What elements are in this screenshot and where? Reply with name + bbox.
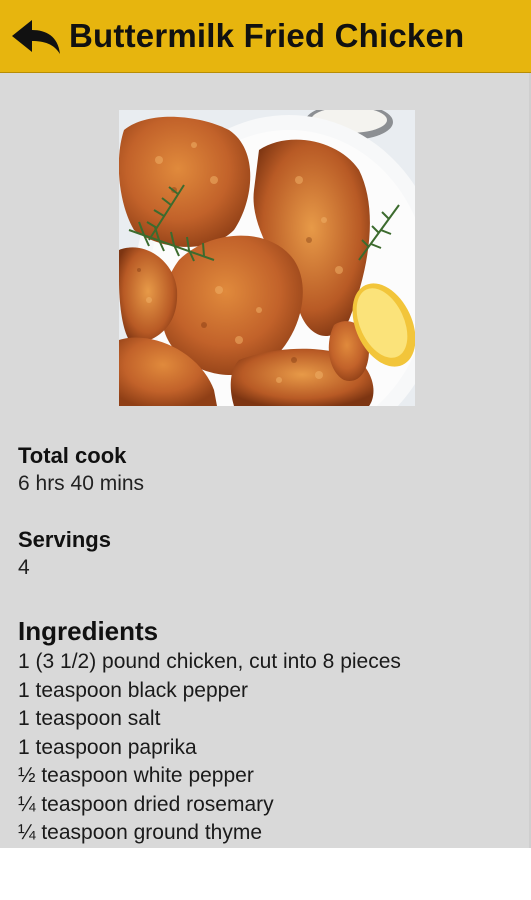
ingredient-item: 1 teaspoon black pepper <box>18 678 249 702</box>
app-header: Buttermilk Fried Chicken <box>0 0 531 73</box>
servings-label: Servings <box>18 527 111 552</box>
recipe-photo <box>119 110 415 406</box>
ingredient-item: ¼ teaspoon dried rosemary <box>18 792 274 816</box>
recipe-screen: Buttermilk Fried Chicken Total cook 6 hr… <box>0 0 531 848</box>
total-cook-label: Total cook <box>18 443 127 468</box>
ingredients-heading: Ingredients <box>18 616 159 646</box>
ingredient-item: 1 (3 1/2) pound chicken, cut into 8 piec… <box>18 650 401 673</box>
ingredient-item: 1 teaspoon salt <box>18 707 161 730</box>
ingredient-item: 1 teaspoon paprika <box>18 735 197 759</box>
servings-value: 4 <box>18 556 30 579</box>
ingredient-item: ½ teaspoon white pepper <box>18 764 254 787</box>
recipe-details: Total cook 6 hrs 40 mins Servings 4 Ingr… <box>18 442 518 848</box>
total-cook-value: 6 hrs 40 mins <box>18 472 145 495</box>
ingredient-item: ¼ teaspoon ground thyme <box>18 821 263 844</box>
arrow-back-icon <box>12 20 60 54</box>
ingredients-list: 1 (3 1/2) pound chicken, cut into 8 piec… <box>18 648 518 848</box>
back-button[interactable] <box>10 18 64 58</box>
page-title: Buttermilk Fried Chicken <box>69 17 465 54</box>
